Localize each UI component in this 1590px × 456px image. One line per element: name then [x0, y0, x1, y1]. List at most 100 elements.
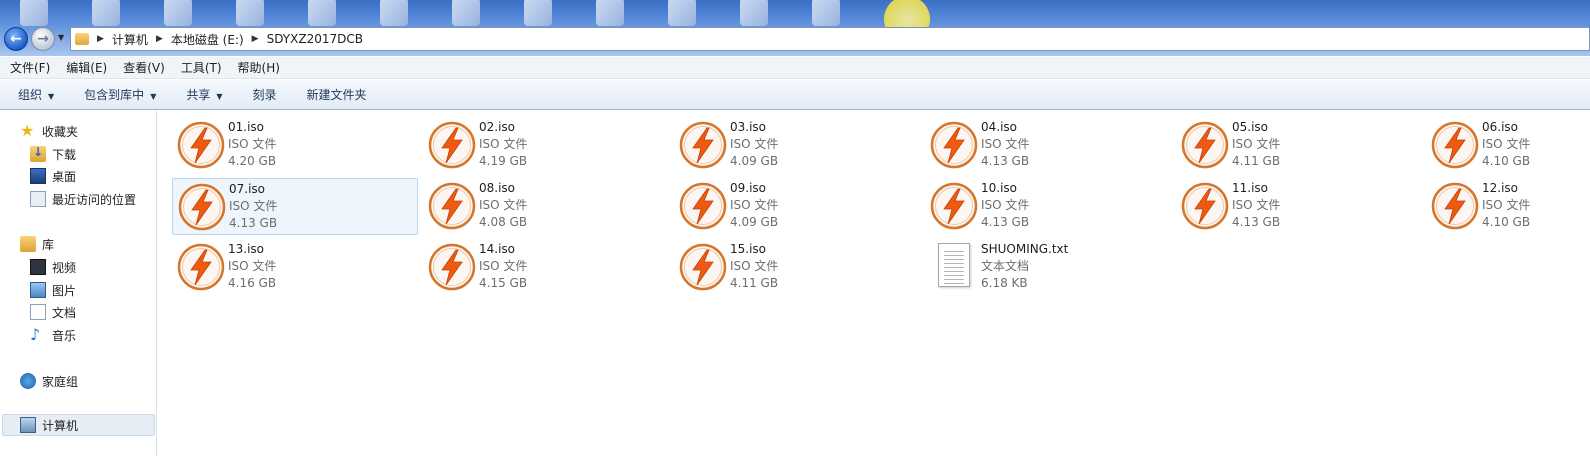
file-size: 4.15 GB	[479, 276, 528, 290]
file-name: 09.iso	[730, 181, 767, 195]
organize-label: 组织	[18, 88, 43, 102]
file-details: 09.iso ISO 文件 4.09 GB	[730, 180, 778, 231]
file-item[interactable]: 07.iso ISO 文件 4.13 GB	[172, 178, 418, 235]
computer-icon	[20, 417, 36, 433]
sidebar-item-music[interactable]: ♪ 音乐	[30, 325, 76, 345]
file-size: 4.20 GB	[228, 154, 277, 168]
sidebar-item-label: 桌面	[52, 169, 77, 184]
file-item[interactable]: 03.iso ISO 文件 4.09 GB	[674, 117, 920, 174]
file-type: ISO 文件	[228, 259, 277, 273]
file-item[interactable]: 10.iso ISO 文件 4.13 GB	[925, 178, 1171, 235]
file-details: 08.iso ISO 文件 4.08 GB	[479, 180, 527, 231]
file-details: 14.iso ISO 文件 4.15 GB	[479, 241, 527, 292]
file-item[interactable]: 13.iso ISO 文件 4.16 GB	[172, 239, 418, 296]
file-item[interactable]: 02.iso ISO 文件 4.19 GB	[423, 117, 669, 174]
video-icon	[30, 259, 46, 275]
sidebar-item-computer[interactable]: 计算机	[20, 415, 78, 435]
iso-disc-icon	[679, 121, 727, 169]
forward-button[interactable]: →	[31, 27, 55, 51]
new-folder-button[interactable]: 新建文件夹	[307, 86, 367, 103]
file-item[interactable]: SHUOMING.txt 文本文档 6.18 KB	[925, 239, 1171, 296]
iso-disc-icon	[930, 182, 978, 230]
menu-view[interactable]: 查看(V)	[123, 59, 165, 76]
file-item[interactable]: 14.iso ISO 文件 4.15 GB	[423, 239, 669, 296]
file-list: 01.iso ISO 文件 4.20 GB 02.iso ISO 文件 4.19 GB …	[158, 111, 1590, 456]
sidebar-item-label: 音乐	[52, 328, 77, 343]
file-item[interactable]: 05.iso ISO 文件 4.11 GB	[1176, 117, 1422, 174]
file-type: ISO 文件	[479, 137, 528, 151]
file-item[interactable]: 04.iso ISO 文件 4.13 GB	[925, 117, 1171, 174]
include-library-button[interactable]: 包含到库中 ▼	[84, 86, 156, 103]
file-item[interactable]: 12.iso ISO 文件 4.10 GB	[1426, 178, 1590, 235]
file-type: ISO 文件	[1232, 137, 1281, 151]
sidebar-item-label: 收藏夹	[42, 124, 79, 139]
chevron-down-icon: ▼	[150, 92, 157, 101]
navigation-pane: ★ 收藏夹 下载 桌面 最近访问的位置 库 视频 图片 文档 ♪ 音乐 家庭组 …	[0, 111, 157, 456]
sidebar-item-recent[interactable]: 最近访问的位置	[30, 189, 136, 209]
file-name: 07.iso	[229, 182, 266, 196]
sidebar-item-label: 文档	[52, 305, 77, 320]
menu-edit[interactable]: 编辑(E)	[66, 59, 107, 76]
file-item[interactable]: 08.iso ISO 文件 4.08 GB	[423, 178, 669, 235]
file-item[interactable]: 09.iso ISO 文件 4.09 GB	[674, 178, 920, 235]
sidebar-item-videos[interactable]: 视频	[30, 257, 76, 277]
chevron-right-icon[interactable]: ▶	[97, 34, 104, 44]
iso-disc-icon	[428, 121, 476, 169]
menu-file[interactable]: 文件(F)	[10, 59, 50, 76]
iso-disc-icon	[1181, 182, 1229, 230]
burn-button[interactable]: 刻录	[253, 86, 277, 103]
iso-disc-icon	[177, 121, 225, 169]
file-type: 文本文档	[981, 259, 1030, 273]
address-input[interactable]: ▶ 计算机 ▶ 本地磁盘 (E:) ▶ SDYXZ2017DCB	[70, 27, 1590, 51]
file-item[interactable]: 11.iso ISO 文件 4.13 GB	[1176, 178, 1422, 235]
sidebar-item-pictures[interactable]: 图片	[30, 280, 76, 300]
menu-help[interactable]: 帮助(H)	[238, 59, 280, 76]
iso-disc-icon	[679, 182, 727, 230]
sidebar-item-label: 库	[42, 237, 55, 252]
breadcrumb-computer[interactable]: 计算机	[112, 31, 148, 48]
breadcrumb-drive[interactable]: 本地磁盘 (E:)	[171, 31, 244, 48]
file-item[interactable]: 15.iso ISO 文件 4.11 GB	[674, 239, 920, 296]
file-name: 02.iso	[479, 120, 516, 134]
file-size: 4.10 GB	[1482, 215, 1531, 229]
chevron-right-icon[interactable]: ▶	[156, 34, 163, 44]
recent-pages-dropdown-icon[interactable]: ▼	[58, 33, 64, 42]
file-details: 11.iso ISO 文件 4.13 GB	[1232, 180, 1280, 231]
iso-disc-icon	[679, 243, 727, 291]
file-type: ISO 文件	[730, 259, 779, 273]
share-button[interactable]: 共享 ▼	[186, 86, 222, 103]
sidebar-item-label: 下载	[52, 147, 77, 162]
downloads-folder-icon	[30, 145, 46, 162]
file-details: 04.iso ISO 文件 4.13 GB	[981, 119, 1029, 170]
sidebar-item-libraries[interactable]: 库	[20, 234, 54, 254]
sidebar-item-favorites[interactable]: ★ 收藏夹	[20, 121, 78, 141]
file-size: 6.18 KB	[981, 276, 1028, 290]
menu-tools[interactable]: 工具(T)	[181, 59, 222, 76]
file-size: 4.09 GB	[730, 154, 779, 168]
file-type: ISO 文件	[981, 137, 1030, 151]
sidebar-item-label: 家庭组	[42, 374, 79, 389]
file-item[interactable]: 01.iso ISO 文件 4.20 GB	[172, 117, 418, 174]
sidebar-item-homegroup[interactable]: 家庭组	[20, 371, 78, 391]
sidebar-item-label: 图片	[52, 283, 77, 298]
file-name: SHUOMING.txt	[981, 242, 1069, 256]
sidebar-item-downloads[interactable]: 下载	[30, 144, 76, 164]
file-size: 4.10 GB	[1482, 154, 1531, 168]
file-type: ISO 文件	[1482, 198, 1531, 212]
file-name: 05.iso	[1232, 120, 1269, 134]
file-name: 10.iso	[981, 181, 1018, 195]
file-details: 02.iso ISO 文件 4.19 GB	[479, 119, 527, 170]
organize-button[interactable]: 组织 ▼	[18, 86, 54, 103]
breadcrumb-folder[interactable]: SDYXZ2017DCB	[267, 32, 363, 46]
chevron-down-icon: ▼	[216, 92, 223, 101]
chevron-right-icon[interactable]: ▶	[252, 34, 259, 44]
file-details: 05.iso ISO 文件 4.11 GB	[1232, 119, 1280, 170]
file-name: 01.iso	[228, 120, 265, 134]
iso-disc-icon	[178, 183, 226, 231]
file-type: ISO 文件	[479, 259, 528, 273]
back-button[interactable]: ←	[4, 27, 28, 51]
sidebar-item-documents[interactable]: 文档	[30, 302, 76, 322]
file-details: 06.iso ISO 文件 4.10 GB	[1482, 119, 1530, 170]
file-item[interactable]: 06.iso ISO 文件 4.10 GB	[1426, 117, 1590, 174]
sidebar-item-desktop[interactable]: 桌面	[30, 166, 76, 186]
